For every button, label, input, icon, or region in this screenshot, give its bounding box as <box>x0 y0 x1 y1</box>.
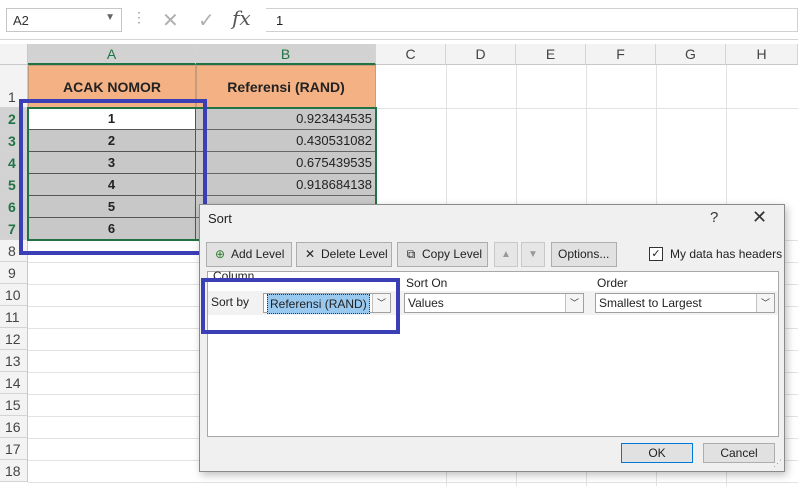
annotation-box-column-a <box>19 99 207 255</box>
row-header-10[interactable]: 10 <box>0 284 28 306</box>
ok-button[interactable]: OK <box>621 443 693 463</box>
row-header-15[interactable]: 15 <box>0 394 28 416</box>
row-header-14[interactable]: 14 <box>0 372 28 394</box>
move-up-button[interactable]: ▲ <box>494 242 518 267</box>
delete-level-icon: ✕ <box>304 247 316 261</box>
order-value: Smallest to Largest <box>599 296 702 310</box>
help-icon[interactable]: ? <box>710 209 718 226</box>
more-icon[interactable]: ⋮ <box>132 9 146 26</box>
formula-value: 1 <box>276 13 284 28</box>
row-header-17[interactable]: 17 <box>0 438 28 460</box>
chevron-down-icon[interactable]: ﹀ <box>756 294 774 312</box>
move-down-button[interactable]: ▼ <box>521 242 545 267</box>
formula-bar: A2 ▼ ⋮ ✕ ✓ fx 1 <box>0 0 798 40</box>
column-header-f[interactable]: F <box>586 44 656 65</box>
column-header-e[interactable]: E <box>516 44 586 65</box>
name-box-value: A2 <box>13 13 29 28</box>
delete-level-button[interactable]: ✕ Delete Level <box>296 242 392 267</box>
add-level-label: Add Level <box>231 247 285 261</box>
close-icon[interactable]: ✕ <box>752 207 767 228</box>
annotation-box-sort-by <box>201 278 400 334</box>
column-header-h[interactable]: H <box>726 44 798 65</box>
sort-on-combo[interactable]: Values ﹀ <box>404 293 584 313</box>
row-header-11[interactable]: 11 <box>0 306 28 328</box>
column-header-d[interactable]: D <box>446 44 516 65</box>
cancel-icon[interactable]: ✕ <box>162 8 179 33</box>
order-combo[interactable]: Smallest to Largest ﹀ <box>595 293 775 313</box>
headers-checkbox-label: My data has headers <box>670 247 783 261</box>
row-header-9[interactable]: 9 <box>0 262 28 284</box>
row-header-16[interactable]: 16 <box>0 416 28 438</box>
copy-level-icon: ⧉ <box>406 247 416 261</box>
sort-on-header-label: Sort On <box>406 276 448 290</box>
row-header-12[interactable]: 12 <box>0 328 28 350</box>
name-box[interactable]: A2 ▼ <box>6 8 122 32</box>
copy-level-label: Copy Level <box>422 247 483 261</box>
row-header-13[interactable]: 13 <box>0 350 28 372</box>
headers-checkbox[interactable]: ✓ <box>649 247 663 261</box>
gridline <box>28 482 798 483</box>
add-level-button[interactable]: ⊕ Add Level <box>206 242 292 267</box>
enter-icon[interactable]: ✓ <box>198 8 215 33</box>
cancel-button[interactable]: Cancel <box>703 443 775 463</box>
column-header-b[interactable]: B <box>196 44 376 65</box>
dialog-title: Sort <box>208 211 232 226</box>
cell-b1[interactable]: Referensi (RAND) <box>196 65 376 108</box>
column-header-c[interactable]: C <box>376 44 446 65</box>
options-button[interactable]: Options... <box>551 242 617 267</box>
name-box-dropdown-icon[interactable]: ▼ <box>105 12 115 23</box>
column-header-g[interactable]: G <box>656 44 726 65</box>
column-header-a[interactable]: A <box>28 44 196 65</box>
delete-level-label: Delete Level <box>321 247 388 261</box>
resize-grip-icon[interactable]: ⋰ <box>773 458 782 469</box>
insert-function-icon[interactable]: fx <box>232 6 251 30</box>
chevron-down-icon[interactable]: ﹀ <box>565 294 583 312</box>
order-header-label: Order <box>597 276 628 290</box>
copy-level-button[interactable]: ⧉ Copy Level <box>397 242 488 267</box>
sort-on-value: Values <box>408 296 444 310</box>
row-header-18[interactable]: 18 <box>0 460 28 482</box>
sort-dialog: Sort ? ✕ ⊕ Add Level ✕ Delete Level ⧉ Copy … <box>199 204 785 472</box>
select-all-corner[interactable] <box>0 44 28 65</box>
add-level-icon: ⊕ <box>214 247 226 261</box>
formula-input[interactable]: 1 <box>266 8 798 32</box>
